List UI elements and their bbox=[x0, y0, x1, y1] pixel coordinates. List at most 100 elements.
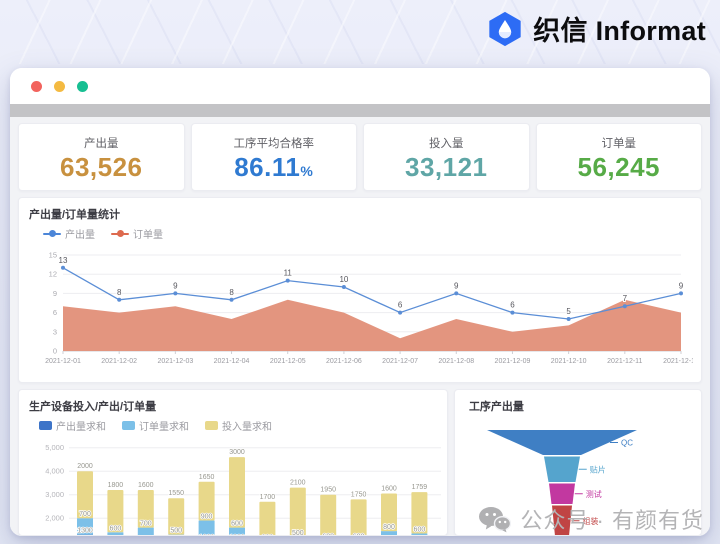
brand-logo: 织信 Informat bbox=[486, 9, 706, 48]
svg-text:600: 600 bbox=[414, 526, 426, 533]
svg-text:1000: 1000 bbox=[199, 535, 215, 536]
svg-text:2021-12-05: 2021-12-05 bbox=[270, 358, 306, 365]
kpi-value: 86.11% bbox=[234, 154, 313, 180]
kpi-label: 工序平均合格率 bbox=[234, 135, 315, 151]
svg-text:9: 9 bbox=[679, 281, 684, 290]
svg-text:2021-12-12: 2021-12-12 bbox=[663, 358, 693, 365]
svg-text:8: 8 bbox=[117, 288, 122, 297]
legend-item[interactable]: 投入量求和 bbox=[205, 418, 272, 433]
svg-text:5,000: 5,000 bbox=[45, 443, 64, 452]
trend-chart-title: 产出量/订单量统计 bbox=[29, 206, 691, 222]
svg-text:13: 13 bbox=[59, 256, 68, 265]
svg-text:1600: 1600 bbox=[381, 486, 397, 493]
svg-text:9: 9 bbox=[454, 281, 459, 290]
svg-text:1300: 1300 bbox=[77, 528, 93, 535]
kpi-value: 56,245 bbox=[577, 154, 660, 180]
svg-text:4,000: 4,000 bbox=[45, 467, 64, 476]
window-toolbar bbox=[10, 104, 710, 117]
kpi-card-orders: 订单量 56,245 bbox=[536, 123, 703, 191]
trend-chart-card: 产出量/订单量统计 产出量订单量 036912152021-12-012021-… bbox=[18, 197, 702, 383]
svg-text:2100: 2100 bbox=[290, 480, 306, 487]
svg-text:2021-12-10: 2021-12-10 bbox=[551, 358, 587, 365]
kpi-card-output: 产出量 63,526 bbox=[18, 123, 185, 191]
window-minimize-button[interactable] bbox=[54, 81, 65, 92]
svg-text:1800: 1800 bbox=[108, 482, 124, 489]
svg-text:800: 800 bbox=[383, 524, 395, 531]
svg-text:7: 7 bbox=[623, 294, 628, 303]
svg-text:1950: 1950 bbox=[320, 487, 336, 494]
svg-text:测试: 测试 bbox=[586, 489, 602, 499]
legend-marker bbox=[39, 421, 52, 430]
svg-text:900: 900 bbox=[201, 514, 213, 521]
svg-text:2021-12-04: 2021-12-04 bbox=[214, 358, 250, 365]
trend-chart-svg: 036912152021-12-012021-12-022021-12-0320… bbox=[29, 241, 693, 379]
kpi-card-input: 投入量 33,121 bbox=[363, 123, 530, 191]
kpi-row: 产出量 63,526 工序平均合格率 86.11% 投入量 33,121 订单量… bbox=[18, 123, 702, 191]
svg-text:2021-12-08: 2021-12-08 bbox=[438, 358, 474, 365]
app-window: 产出量 63,526 工序平均合格率 86.11% 投入量 33,121 订单量… bbox=[10, 68, 710, 536]
window-titlebar bbox=[10, 68, 710, 104]
kpi-card-pass-rate: 工序平均合格率 86.11% bbox=[191, 123, 358, 191]
svg-text:1700: 1700 bbox=[260, 494, 276, 501]
svg-text:1759: 1759 bbox=[412, 484, 428, 491]
bar-chart-legend: 产出量求和 订单量求和 投入量求和 bbox=[39, 418, 441, 433]
bar-chart-card: 生产设备投入/产出/订单量 产出量求和订单量求和投入量求和 2,0003,000… bbox=[18, 389, 448, 536]
svg-text:2021-12-01: 2021-12-01 bbox=[45, 358, 81, 365]
svg-text:500: 500 bbox=[292, 530, 304, 536]
svg-text:2021-12-09: 2021-12-09 bbox=[495, 358, 531, 365]
legend-marker bbox=[111, 233, 129, 235]
legend-item[interactable]: 订单量求和 bbox=[122, 418, 189, 433]
svg-text:700: 700 bbox=[79, 511, 91, 518]
svg-text:2021-12-11: 2021-12-11 bbox=[607, 358, 642, 365]
svg-text:0: 0 bbox=[53, 347, 57, 356]
bar-chart-title: 生产设备投入/产出/订单量 bbox=[29, 398, 441, 414]
kpi-value: 63,526 bbox=[60, 154, 143, 180]
watermark: 公众号 · 有颜有货 bbox=[478, 503, 704, 535]
svg-text:12: 12 bbox=[49, 270, 57, 279]
svg-text:1600: 1600 bbox=[138, 482, 154, 489]
kpi-value: 33,121 bbox=[405, 154, 488, 180]
dashboard-content: 产出量 63,526 工序平均合格率 86.11% 投入量 33,121 订单量… bbox=[10, 117, 710, 536]
kpi-label: 产出量 bbox=[84, 135, 119, 151]
svg-text:2021-12-06: 2021-12-06 bbox=[326, 358, 362, 365]
legend-item[interactable]: 产出量 bbox=[43, 226, 95, 241]
hexagon-droplet-icon bbox=[486, 10, 524, 48]
svg-text:1000: 1000 bbox=[229, 535, 245, 536]
svg-text:5: 5 bbox=[566, 307, 571, 316]
legend-label: 订单量 bbox=[133, 226, 163, 241]
legend-item[interactable]: 订单量 bbox=[111, 226, 163, 241]
svg-text:600: 600 bbox=[322, 534, 334, 536]
legend-label: 投入量求和 bbox=[222, 418, 272, 433]
svg-text:贴片: 贴片 bbox=[590, 464, 606, 474]
svg-text:6: 6 bbox=[398, 301, 403, 310]
svg-text:6: 6 bbox=[53, 308, 57, 317]
window-zoom-button[interactable] bbox=[77, 81, 88, 92]
legend-marker bbox=[43, 233, 61, 235]
svg-text:3,000: 3,000 bbox=[45, 490, 64, 499]
svg-text:6: 6 bbox=[510, 301, 515, 310]
kpi-label: 订单量 bbox=[602, 135, 637, 151]
legend-marker bbox=[205, 421, 218, 430]
svg-text:1750: 1750 bbox=[351, 491, 367, 498]
svg-text:9: 9 bbox=[173, 281, 178, 290]
svg-text:600: 600 bbox=[353, 534, 365, 536]
svg-text:10: 10 bbox=[339, 275, 348, 284]
svg-text:500: 500 bbox=[170, 528, 182, 535]
svg-text:3: 3 bbox=[53, 327, 57, 336]
legend-marker bbox=[122, 421, 135, 430]
svg-text:600: 600 bbox=[262, 535, 274, 536]
bar-chart-svg: 2,0003,0004,0005,00020007001300180060080… bbox=[25, 433, 448, 536]
legend-item[interactable]: 产出量求和 bbox=[39, 418, 106, 433]
svg-text:11: 11 bbox=[284, 269, 293, 278]
svg-text:1650: 1650 bbox=[199, 474, 215, 481]
legend-label: 订单量求和 bbox=[139, 418, 189, 433]
legend-label: 产出量求和 bbox=[56, 418, 106, 433]
svg-text:8: 8 bbox=[229, 288, 234, 297]
legend-label: 产出量 bbox=[65, 226, 95, 241]
svg-text:600: 600 bbox=[110, 525, 122, 532]
svg-text:2021-12-02: 2021-12-02 bbox=[101, 358, 137, 365]
svg-text:3000: 3000 bbox=[229, 449, 245, 456]
window-close-button[interactable] bbox=[31, 81, 42, 92]
svg-text:2021-12-07: 2021-12-07 bbox=[382, 358, 418, 365]
svg-text:2000: 2000 bbox=[77, 463, 93, 470]
